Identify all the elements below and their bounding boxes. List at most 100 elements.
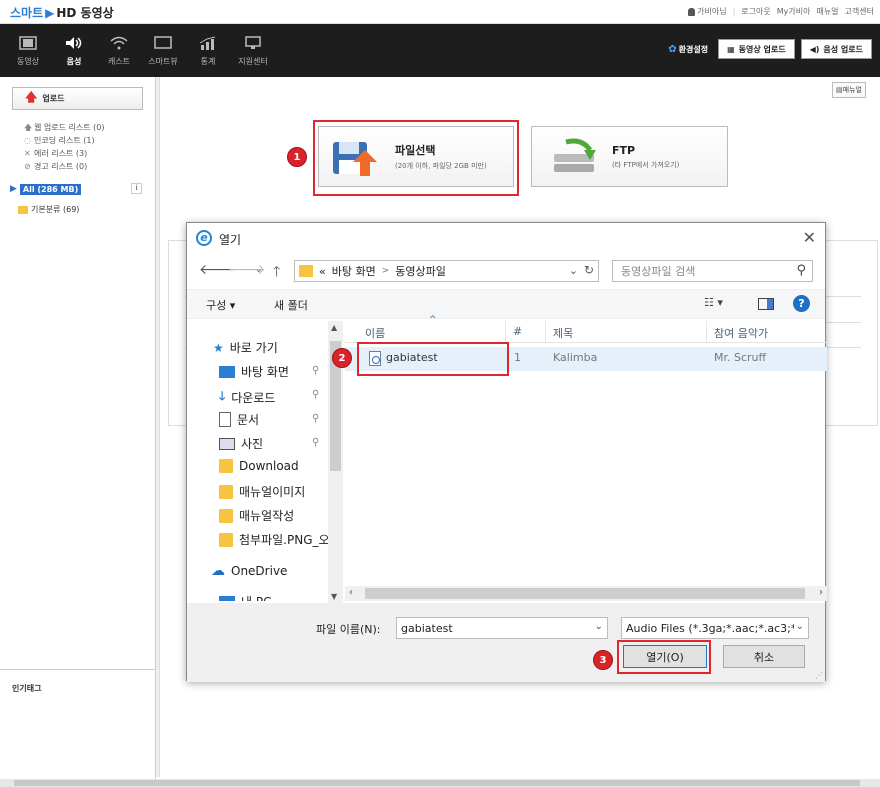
all-category-label: All (286 MB) (19, 183, 82, 195)
nav-folder-manual-writing[interactable]: 매뉴얼작성 (219, 507, 294, 524)
ftp-server-icon (554, 138, 596, 172)
ftp-card[interactable]: FTP (타 FTP에서 가져오기) (531, 126, 728, 187)
page-hscrollbar[interactable] (0, 779, 880, 787)
user-menu[interactable]: 가비아님 (688, 6, 727, 17)
document-icon: ▤ (836, 86, 843, 94)
nav-folder-attachments[interactable]: 첨부파일.PNG_오 (219, 531, 330, 548)
picture-icon (219, 437, 235, 450)
speaker-icon (57, 34, 91, 52)
support-link[interactable]: 고객센터 (845, 6, 874, 17)
chevron-down-icon[interactable]: ⌄ (255, 265, 263, 275)
dialog-footer: 파일 이름(N): gabiatest ⌄ Audio Files (*.3ga… (187, 603, 825, 682)
logo-smart-text: 스마트 (10, 6, 44, 20)
preview-pane-icon[interactable] (758, 298, 774, 310)
nav-cast[interactable]: 캐스트 (102, 34, 136, 67)
search-input[interactable]: 동영상파일 검색 ⚲ (612, 260, 813, 282)
breadcrumb-video-folder[interactable]: 동영상파일 (395, 263, 446, 279)
nav-support[interactable]: 지원센터 (236, 34, 270, 67)
chevron-down-icon[interactable]: ⌄ (793, 621, 804, 632)
nav-quick-access[interactable]: ★ 바로 가기 (213, 339, 278, 356)
column-artist[interactable]: 참여 음악가 (714, 325, 768, 341)
filename-value: gabiatest (401, 622, 453, 635)
pin-icon[interactable]: ⚲ (312, 437, 319, 448)
organize-menu[interactable]: 구성 ▾ (206, 297, 235, 313)
help-icon[interactable]: ? (793, 295, 810, 312)
warning-list-link[interactable]: ⊘ 경고 리스트 (0) (24, 160, 104, 173)
nav-pictures-label: 사진 (241, 437, 264, 451)
close-icon[interactable]: ✕ (803, 228, 816, 247)
breadcrumb-desktop[interactable]: 바탕 화면 (332, 263, 376, 279)
resize-grip-icon[interactable]: ⋰ (815, 671, 823, 680)
video-upload-button[interactable]: ▦ 동영상 업로드 (718, 39, 795, 59)
encoding-list-link[interactable]: ◌ 인코딩 리스트 (1) (24, 134, 104, 147)
nav-audio[interactable]: 음성 (57, 34, 91, 67)
user-icon (688, 7, 696, 16)
folder-default[interactable]: 기본분류 (69) (18, 204, 79, 215)
logout-link[interactable]: 로그아웃 (741, 6, 770, 17)
column-number[interactable]: # (513, 325, 522, 338)
up-arrow-icon[interactable]: 🡑 (273, 261, 280, 285)
nav-stats[interactable]: 통계 (191, 34, 225, 67)
file-number: 1 (514, 351, 521, 364)
column-title[interactable]: 제목 (553, 325, 573, 341)
nav-smartview[interactable]: 스마트뷰 (146, 34, 180, 67)
nav-quick-access-label: 바로 가기 (229, 341, 278, 355)
nav-this-pc[interactable]: 내 PC (219, 593, 271, 601)
nav-support-label: 지원센터 (238, 57, 268, 66)
column-name[interactable]: 이름 (365, 325, 385, 341)
scroll-up-icon[interactable]: ▲ (331, 323, 337, 332)
folder-icon (299, 265, 313, 277)
scroll-thumb[interactable] (365, 588, 805, 599)
nav-downloads[interactable]: 🡓 다운로드 (219, 387, 275, 408)
scroll-thumb[interactable] (14, 780, 860, 786)
cloud-icon: ☁ (211, 563, 225, 579)
pin-icon[interactable]: ⚲ (312, 413, 319, 424)
nav-pictures[interactable]: 사진 (219, 435, 263, 452)
cancel-button[interactable]: 취소 (723, 645, 805, 668)
env-settings-link[interactable]: ✿ 환경설정 (668, 44, 708, 55)
audio-upload-button[interactable]: ◀) 음성 업로드 (800, 39, 872, 59)
nav-documents[interactable]: 문서 (219, 411, 259, 428)
upload-button[interactable]: 🡅 업로드 (12, 87, 143, 110)
warning-icon: ⊘ (24, 162, 31, 171)
address-bar[interactable]: « 바탕 화면 > 동영상파일 ⌄ ↻ (294, 260, 599, 282)
manual-button[interactable]: ▤매뉴얼 (832, 82, 866, 98)
nav-folder-manual-images[interactable]: 매뉴얼이미지 (219, 483, 305, 500)
web-upload-list-link[interactable]: 🡅 웹 업로드 리스트 (0) (24, 121, 104, 134)
manual-link[interactable]: 매뉴얼 (816, 6, 838, 17)
gear-icon: ✿ (668, 43, 677, 55)
folder-icon (18, 205, 28, 214)
highlight-box-2 (357, 342, 509, 376)
filetype-select[interactable]: Audio Files (*.3ga;*.aac;*.ac3;*. ⌄ (621, 617, 809, 639)
nav-folder-manual-images-label: 매뉴얼이미지 (239, 485, 306, 499)
mygabia-link[interactable]: My가비아 (777, 6, 811, 17)
logo[interactable]: 스마트 ▶ HD 동영상 (10, 4, 114, 21)
filename-input[interactable]: gabiatest ⌄ (396, 617, 608, 639)
folder-icon (219, 459, 233, 473)
info-icon[interactable]: i (131, 183, 142, 194)
chevron-down-icon[interactable]: ⌄ (595, 621, 603, 632)
error-list-link[interactable]: ✕ 에러 리스트 (3) (24, 147, 104, 160)
scroll-down-icon[interactable]: ▼ (331, 592, 337, 601)
video-upload-label: 동영상 업로드 (738, 44, 786, 54)
nav-onedrive[interactable]: ☁ OneDrive (211, 563, 287, 579)
nav-desktop[interactable]: 바탕 화면 (219, 363, 289, 380)
view-options-icon[interactable]: ☷ ▾ (704, 296, 723, 309)
file-list-hscrollbar[interactable]: ‹ › (345, 586, 827, 601)
pin-icon[interactable]: ⚲ (312, 389, 319, 400)
sidebar-splitter[interactable] (156, 77, 160, 777)
step-marker-3: 3 (593, 650, 613, 670)
scroll-right-icon[interactable]: › (819, 587, 823, 598)
scroll-left-icon[interactable]: ‹ (349, 587, 353, 598)
dialog-titlebar[interactable]: e 열기 ✕ (187, 223, 825, 254)
pin-icon[interactable]: ⚲ (312, 365, 319, 376)
nav-video[interactable]: 동영상 (11, 34, 45, 67)
nav-folder-attachments-label: 첨부파일.PNG_오 (239, 533, 330, 547)
web-upload-list-label: 웹 업로드 리스트 (0) (34, 123, 105, 132)
refresh-icon[interactable]: ↻ (584, 263, 594, 277)
nav-folder-download[interactable]: Download (219, 459, 299, 473)
speaker-icon: ◀) (809, 44, 820, 54)
new-folder-button[interactable]: 새 폴더 (274, 297, 308, 313)
all-category[interactable]: ▶ All (286 MB) i (10, 182, 142, 196)
chevron-down-icon[interactable]: ⌄ (569, 264, 578, 277)
